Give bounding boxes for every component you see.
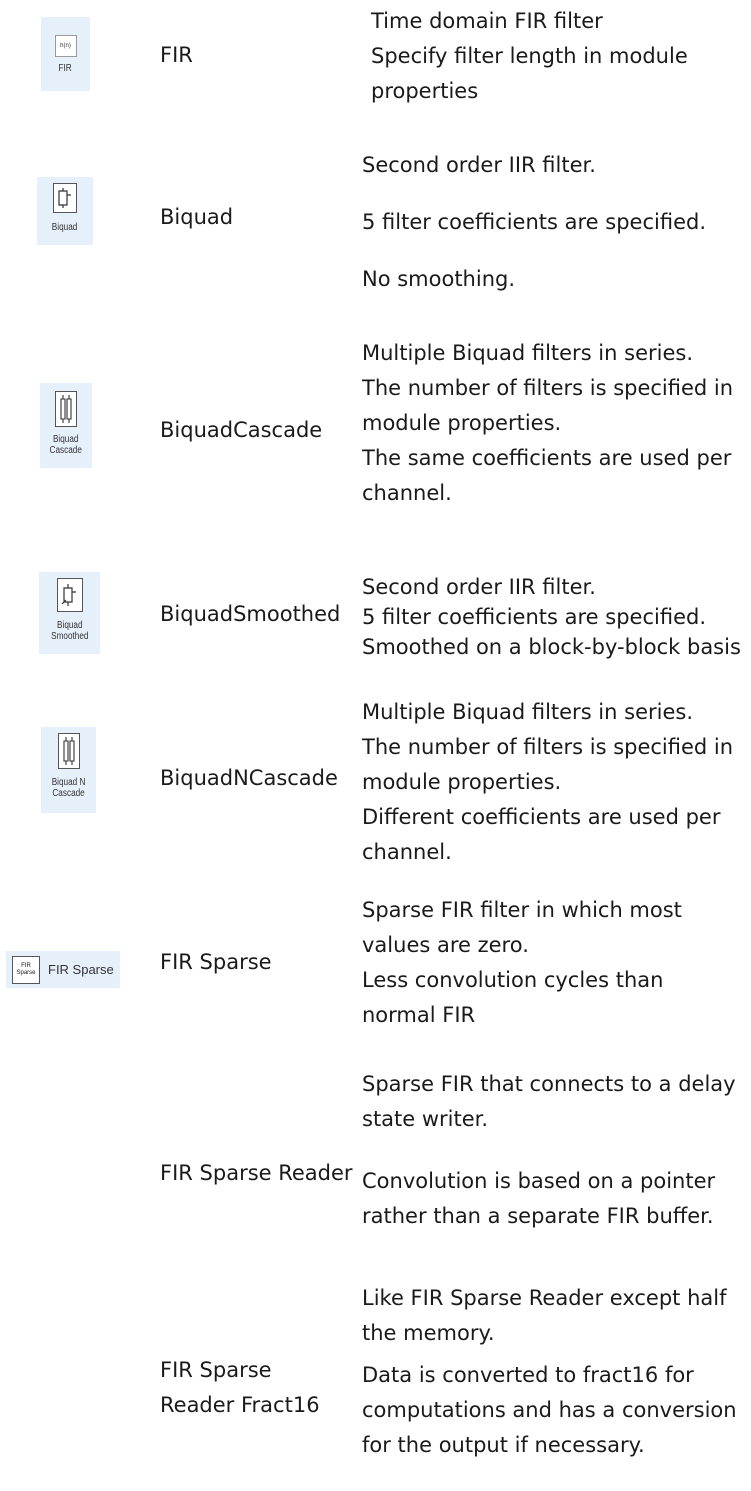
desc-line: Like FIR Sparse Reader except half	[362, 1286, 727, 1310]
fir-sparse-icon[interactable]: FIR Sparse FIR Sparse	[6, 951, 120, 988]
module-name: BiquadNCascade	[160, 766, 338, 790]
desc-line: The number of filters is specified in	[362, 376, 734, 400]
module-description: Multiple Biquad filters in series. The n…	[362, 695, 751, 870]
fir-icon-caption: FIR	[58, 63, 73, 74]
biquad-n-cascade-icon-caption: Biquad N Cascade	[51, 777, 86, 799]
biquad-symbol-icon	[58, 188, 71, 208]
biquad-n-cascade-symbol-icon	[62, 737, 75, 765]
desc-line: Time domain FIR filter	[371, 9, 603, 33]
desc-line: rather than a separate FIR buffer.	[362, 1204, 714, 1228]
desc-line: Second order IIR filter.	[362, 575, 596, 599]
biquad-cascade-icon-caption: Biquad Cascade	[49, 434, 83, 456]
desc-line: computations and has a conversion	[362, 1398, 737, 1422]
desc-line: 5 filter coefficients are specified.	[362, 605, 706, 629]
desc-line: Sparse FIR that connects to a delay	[362, 1072, 736, 1096]
module-name: FIR Sparse	[160, 950, 272, 974]
biquad-smoothed-icon-caption: Biquad Smoothed	[50, 620, 89, 642]
desc-line: Multiple Biquad filters in series.	[362, 341, 693, 365]
desc-line: Less convolution cycles than	[362, 968, 664, 992]
fir-sparse-glyph-top: FIR	[21, 962, 31, 969]
desc-line: Multiple Biquad filters in series.	[362, 700, 693, 724]
module-description: Sparse FIR filter in which most values a…	[362, 893, 751, 1033]
desc-line: module properties.	[362, 411, 562, 435]
module-description: Time domain FIR filter Specify filter le…	[371, 4, 751, 109]
module-name: FIR	[160, 43, 193, 67]
module-description: Sparse FIR that connects to a delay stat…	[362, 1067, 751, 1234]
module-name: BiquadSmoothed	[160, 602, 341, 626]
module-description: Second order IIR filter. 5 filter coeffi…	[362, 148, 751, 297]
desc-line: Different coefficients are used per	[362, 805, 721, 829]
desc-line: The same coefficients are used per	[362, 446, 732, 470]
fir-sparse-icon-label: FIR Sparse	[48, 962, 114, 977]
desc-line: channel.	[362, 840, 452, 864]
biquad-smoothed-icon[interactable]: Biquad Smoothed	[39, 572, 100, 654]
biquad-icon[interactable]: Biquad	[37, 177, 93, 245]
desc-line: for the output if necessary.	[362, 1433, 645, 1457]
desc-line: Sparse FIR filter in which most	[362, 898, 682, 922]
fir-glyph: h(n)	[54, 35, 77, 57]
module-name-line: FIR Sparse	[160, 1358, 272, 1382]
module-name-line: Reader Fract16	[160, 1393, 320, 1417]
desc-line: normal FIR	[362, 1003, 476, 1027]
biquad-smoothed-glyph	[56, 578, 83, 612]
biquad-n-cascade-glyph	[57, 733, 80, 769]
desc-line: Second order IIR filter.	[362, 153, 596, 177]
module-name: FIR Sparse Reader Fract16	[160, 1353, 320, 1423]
fir-sparse-glyph: FIR Sparse	[12, 955, 40, 984]
biquad-n-cascade-icon[interactable]: Biquad N Cascade	[41, 727, 96, 813]
module-name: FIR Sparse Reader	[160, 1161, 353, 1185]
module-name: Biquad	[160, 205, 234, 229]
biquad-icon-caption: Biquad	[52, 222, 78, 233]
desc-line: Specify filter length in module	[371, 44, 688, 68]
desc-line: the memory.	[362, 1321, 495, 1345]
biquad-cascade-symbol-icon	[60, 395, 72, 423]
module-description: Like FIR Sparse Reader except half the m…	[362, 1281, 751, 1463]
module-description: Second order IIR filter. 5 filter coeffi…	[362, 572, 751, 662]
desc-line: The number of filters is specified in	[362, 735, 734, 759]
desc-line: properties	[371, 79, 479, 103]
desc-line: values are zero.	[362, 933, 529, 957]
desc-line: state writer.	[362, 1107, 489, 1131]
fir-icon[interactable]: h(n) FIR	[41, 17, 90, 91]
biquad-cascade-glyph	[55, 391, 77, 427]
fir-sparse-glyph-bottom: Sparse	[16, 969, 36, 976]
desc-line: channel.	[362, 481, 452, 505]
desc-line: No smoothing.	[362, 267, 516, 291]
desc-line: Convolution is based on a pointer	[362, 1169, 716, 1193]
desc-line: Smoothed on a block-by-block basis	[362, 635, 741, 659]
desc-line: Data is converted to fract16 for	[362, 1363, 694, 1387]
desc-line: 5 filter coefficients are specified.	[362, 210, 706, 234]
biquad-cascade-icon[interactable]: Biquad Cascade	[40, 383, 92, 468]
desc-line: module properties.	[362, 770, 562, 794]
module-description: Multiple Biquad filters in series. The n…	[362, 336, 751, 511]
biquad-glyph	[53, 183, 77, 213]
module-name: BiquadCascade	[160, 418, 323, 442]
biquad-smoothed-symbol-icon	[61, 584, 76, 606]
